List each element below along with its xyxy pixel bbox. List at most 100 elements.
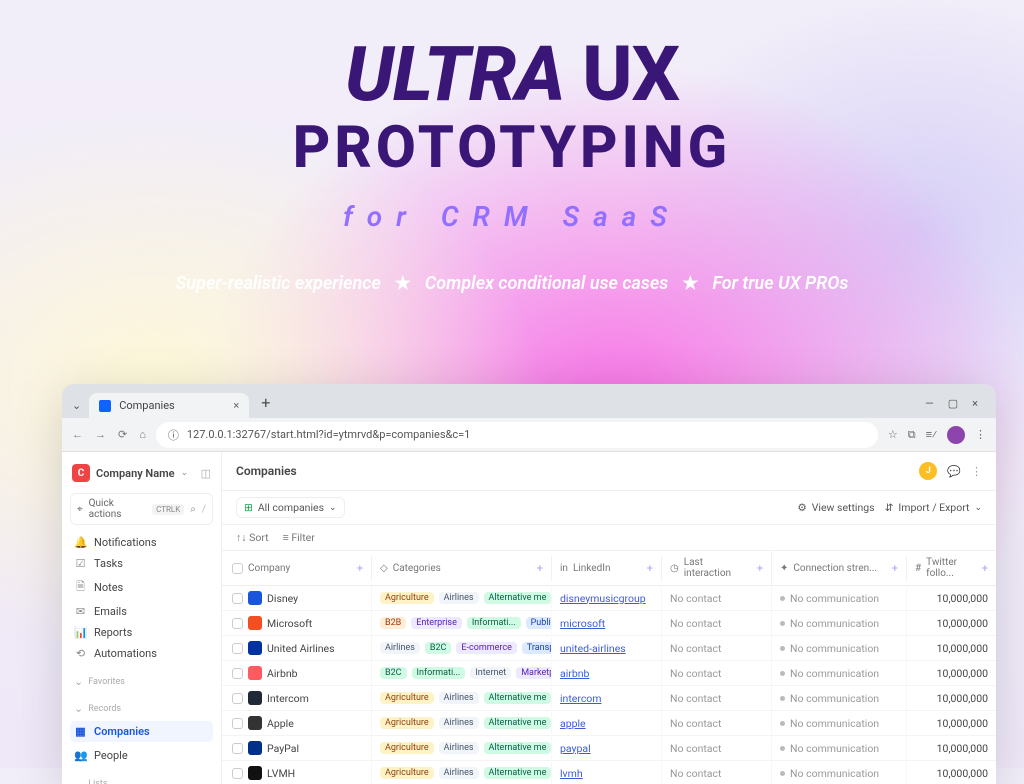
add-column-icon[interactable]: + xyxy=(892,562,898,575)
star-icon: ★ xyxy=(682,273,698,294)
sidebar-item-tasks[interactable]: ☑Tasks xyxy=(70,553,213,574)
back-icon[interactable]: ← xyxy=(72,428,83,441)
quick-actions[interactable]: ⌖ Quick actions CTRLK ⌕ / xyxy=(70,493,213,525)
cell-categories[interactable]: AirlinesB2CE-commerceTransp xyxy=(372,637,552,659)
status-dot-icon xyxy=(780,621,785,626)
reader-icon[interactable]: ≡⁄ xyxy=(926,428,937,441)
main-header: Companies J 💬 ⋮ xyxy=(222,452,996,491)
linkedin-link[interactable]: intercom xyxy=(560,692,602,705)
sort-filter-bar: ↑↓ Sort ≡ Filter xyxy=(222,525,996,551)
row-checkbox[interactable] xyxy=(232,768,243,779)
browser-tab[interactable]: Companies × xyxy=(89,393,249,418)
col-linkedin[interactable]: inLinkedIn+ xyxy=(552,556,662,581)
note-icon: 🗎 xyxy=(74,578,87,597)
sidebar-item-companies[interactable]: ▦Companies xyxy=(70,721,213,742)
cell-categories[interactable]: AgricultureAirlinesAlternative me xyxy=(372,687,552,709)
maximize-icon[interactable]: ▢ xyxy=(948,397,958,410)
cell-categories[interactable]: AgricultureAirlinesAlternative me xyxy=(372,587,552,609)
col-twitter[interactable]: #Twitter follo...+ xyxy=(907,551,996,585)
sidebar-section-records[interactable]: Records xyxy=(70,694,213,718)
sidebar-section-favorites[interactable]: Favorites xyxy=(70,667,213,691)
sort-button[interactable]: ↑↓ Sort xyxy=(236,531,269,544)
site-info-icon[interactable]: ⓘ xyxy=(168,427,179,443)
row-checkbox[interactable] xyxy=(232,693,243,704)
tab-dropdown-icon[interactable]: ⌄ xyxy=(70,399,83,418)
reload-icon[interactable]: ⟳ xyxy=(118,428,127,441)
add-column-icon[interactable]: + xyxy=(357,562,363,575)
filter-button[interactable]: ≡ Filter xyxy=(283,531,315,544)
linkedin-link[interactable]: disneymusicgroup xyxy=(560,592,646,605)
sidebar-item-reports[interactable]: 📊Reports xyxy=(70,622,213,643)
panel-toggle-icon[interactable]: ◫ xyxy=(201,467,211,480)
search-icon[interactable]: ⌕ xyxy=(190,504,196,515)
view-selector[interactable]: ⊞ All companies ⌄ xyxy=(236,497,345,518)
category-tag: Agriculture xyxy=(380,717,434,729)
col-categories[interactable]: ◇Categories+ xyxy=(372,556,552,581)
row-checkbox[interactable] xyxy=(232,743,243,754)
row-checkbox[interactable] xyxy=(232,618,243,629)
cell-categories[interactable]: B2CInformati...InternetMarketpl xyxy=(372,662,552,684)
select-all-checkbox[interactable] xyxy=(232,563,243,574)
sidebar-item-notes[interactable]: 🗎Notes xyxy=(70,574,213,601)
add-column-icon[interactable]: + xyxy=(982,562,988,575)
col-connection[interactable]: ✦Connection stren...+ xyxy=(772,556,907,581)
close-window-icon[interactable]: × xyxy=(972,397,978,410)
workspace-switcher[interactable]: C Company Name ⌄ ◫ xyxy=(70,460,213,490)
sidebar-item-label: Emails xyxy=(94,605,127,618)
table-row[interactable]: AppleAgricultureAirlinesAlternative meap… xyxy=(222,711,996,736)
minimize-icon[interactable]: — xyxy=(925,397,934,410)
sidebar-item-emails[interactable]: ✉Emails xyxy=(70,601,213,622)
user-avatar[interactable]: J xyxy=(919,462,937,480)
cell-categories[interactable]: AgricultureAirlinesAlternative me xyxy=(372,737,552,759)
table-row[interactable]: PayPalAgricultureAirlinesAlternative mep… xyxy=(222,736,996,761)
linkedin-link[interactable]: lvmh xyxy=(560,767,583,780)
more-icon[interactable]: ⋮ xyxy=(971,465,982,478)
table-row[interactable]: MicrosoftB2BEnterpriseInformati...Publis… xyxy=(222,611,996,636)
cell-twitter: 10,000,000 xyxy=(907,737,996,760)
row-checkbox[interactable] xyxy=(232,718,243,729)
table-row[interactable]: IntercomAgricultureAirlinesAlternative m… xyxy=(222,686,996,711)
url-input[interactable]: ⓘ 127.0.0.1:32767/start.html?id=ytmrvd&p… xyxy=(156,422,878,448)
sidebar-item-notifications[interactable]: 🔔Notifications xyxy=(70,532,213,553)
profile-avatar[interactable] xyxy=(947,426,965,444)
menu-icon[interactable]: ⋮ xyxy=(975,428,986,441)
add-column-icon[interactable]: + xyxy=(537,562,543,575)
tagline-2: Complex conditional use cases xyxy=(425,273,668,294)
col-last-interaction[interactable]: ◷Last interaction+ xyxy=(662,551,772,585)
row-checkbox[interactable] xyxy=(232,643,243,654)
sidebar-item-automations[interactable]: ⟲Automations xyxy=(70,643,213,664)
linkedin-link[interactable]: paypal xyxy=(560,742,591,755)
linkedin-link[interactable]: united-airlines xyxy=(560,642,626,655)
cell-categories[interactable]: AgricultureAirlinesAlternative me xyxy=(372,762,552,784)
add-column-icon[interactable]: + xyxy=(647,562,653,575)
forward-icon[interactable]: → xyxy=(95,428,106,441)
cell-categories[interactable]: AgricultureAirlinesAlternative me xyxy=(372,712,552,734)
tab-title: Companies xyxy=(119,399,175,412)
table-row[interactable]: AirbnbB2CInformati...InternetMarketplair… xyxy=(222,661,996,686)
comment-icon[interactable]: 💬 xyxy=(947,465,961,478)
cell-categories[interactable]: B2BEnterpriseInformati...Publis xyxy=(372,612,552,634)
status-dot-icon xyxy=(780,721,785,726)
extensions-icon[interactable]: ⧉ xyxy=(908,428,916,442)
table-row[interactable]: LVMHAgricultureAirlinesAlternative melvm… xyxy=(222,761,996,784)
linkedin-link[interactable]: microsoft xyxy=(560,617,605,630)
sidebar-item-people[interactable]: 👥People xyxy=(70,745,213,766)
add-column-icon[interactable]: + xyxy=(757,562,763,575)
table-row[interactable]: United AirlinesAirlinesB2CE-commerceTran… xyxy=(222,636,996,661)
bookmark-icon[interactable]: ☆ xyxy=(888,428,898,441)
col-company[interactable]: Company+ xyxy=(222,556,372,581)
sidebar-section-lists[interactable]: Lists xyxy=(70,769,213,784)
linkedin-link[interactable]: apple xyxy=(560,717,586,730)
hero: ULTRA UX PROTOTYPING for CRM SaaS Super-… xyxy=(0,0,1024,294)
row-checkbox[interactable] xyxy=(232,593,243,604)
linkedin-link[interactable]: airbnb xyxy=(560,667,589,680)
new-tab-button[interactable]: + xyxy=(255,393,276,418)
crm-app: C Company Name ⌄ ◫ ⌖ Quick actions CTRLK… xyxy=(62,452,996,784)
row-checkbox[interactable] xyxy=(232,668,243,679)
view-settings-button[interactable]: ⚙View settings xyxy=(797,501,874,514)
category-tag: Alternative me xyxy=(484,717,552,729)
import-export-button[interactable]: ⇵Import / Export⌄ xyxy=(885,501,982,514)
home-icon[interactable]: ⌂ xyxy=(139,428,146,441)
close-tab-icon[interactable]: × xyxy=(233,399,239,412)
table-row[interactable]: DisneyAgricultureAirlinesAlternative med… xyxy=(222,586,996,611)
